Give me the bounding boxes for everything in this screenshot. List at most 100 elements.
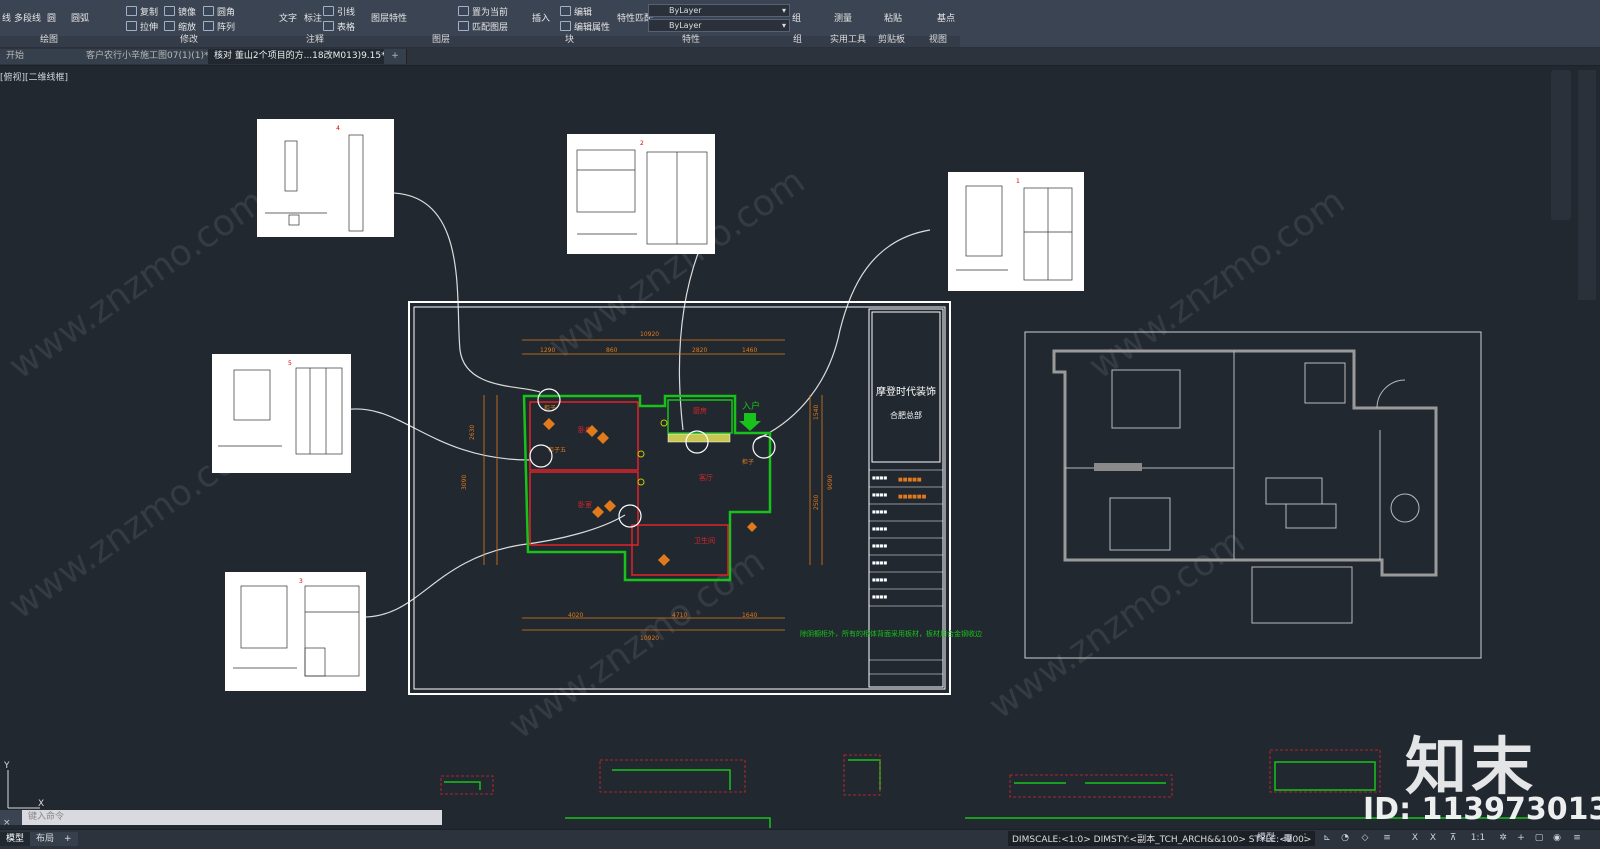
- polar-icon[interactable]: ◔: [1340, 833, 1350, 843]
- modify-group-label[interactable]: 修改: [180, 32, 198, 45]
- detail-thumbnail-4: 4: [257, 119, 394, 237]
- dim-bottom-segment: 4710: [672, 612, 687, 619]
- annotation-group-label[interactable]: 注释: [306, 32, 324, 45]
- properties-group-label[interactable]: 特性: [682, 32, 700, 45]
- thumbnail-drawing: [956, 185, 1073, 281]
- layer-group-label[interactable]: 图层: [432, 32, 450, 45]
- close-icon[interactable]: ×: [0, 818, 11, 828]
- callout-circles: [529, 388, 776, 528]
- insert-button[interactable]: 插入: [532, 11, 550, 24]
- add-layout-button[interactable]: +: [58, 832, 78, 846]
- stretch-button[interactable]: 拉伸: [126, 20, 158, 33]
- array-button[interactable]: 阵列: [203, 20, 235, 33]
- paste-button[interactable]: 粘贴: [884, 11, 902, 24]
- dim-top-segment: 2820: [692, 347, 707, 354]
- base-point-button[interactable]: 基点: [937, 11, 955, 24]
- entrance-arrow-icon: [739, 413, 761, 431]
- tab-start[interactable]: 开始: [0, 49, 85, 64]
- watermark-text: www.znzmo.com: [982, 521, 1253, 728]
- grid-icon[interactable]: ▦: [1283, 833, 1293, 843]
- line-button[interactable]: 线: [2, 11, 11, 24]
- snap-icon[interactable]: ⋮: [1300, 833, 1310, 843]
- copy-button[interactable]: 复制: [126, 5, 158, 18]
- arc-button[interactable]: 圆弧: [71, 11, 89, 24]
- dimension-lines: [483, 339, 823, 631]
- utilities-group-label[interactable]: 实用工具: [830, 32, 866, 45]
- thumb-number: 2: [640, 140, 644, 147]
- new-tab-button[interactable]: +: [384, 49, 407, 64]
- tab-file-2[interactable]: 核对 董山2个项目的方...18改M013)9.15*×: [208, 49, 399, 64]
- thumb-number: 4: [336, 125, 340, 132]
- mirror-button[interactable]: 镜像: [164, 5, 196, 18]
- dim-bottom-total: 10920: [640, 635, 659, 642]
- lineweight-select[interactable]: ByLayer: [648, 19, 790, 32]
- stretch-icon: [126, 21, 137, 31]
- thumbnail-drawing: [233, 585, 360, 677]
- plus-icon[interactable]: +: [1516, 833, 1526, 843]
- isolate-icon[interactable]: ▢: [1534, 833, 1544, 843]
- polyline-button[interactable]: 多段线: [14, 11, 41, 24]
- navigation-bar[interactable]: [1551, 70, 1571, 220]
- tab-layout[interactable]: 布局: [30, 832, 61, 846]
- title-block-rows: [869, 469, 943, 675]
- gear-icon[interactable]: ✲: [1498, 833, 1508, 843]
- ribbon-group-bar: [0, 36, 960, 47]
- linetype-select[interactable]: ByLayer: [648, 4, 790, 17]
- bottom-detail-outlines: [440, 749, 1381, 798]
- thumbnail-drawing: [576, 149, 708, 245]
- dimension-button[interactable]: 标注: [304, 11, 322, 24]
- leader-icon: [323, 6, 334, 16]
- layer-properties-button[interactable]: 图层特性: [371, 11, 407, 24]
- dim-right: 1540: [813, 405, 820, 420]
- room-labels: 卧房 卧室 客厅 厨房 卫生间: [578, 406, 715, 545]
- edit-block-icon: [560, 6, 571, 16]
- set-current-icon: [458, 6, 469, 16]
- annotation-visibility-icon[interactable]: Ⅹ: [1428, 833, 1438, 843]
- detail-thumbnail-5: 5: [212, 354, 351, 473]
- thumbnail-drawing: [265, 134, 364, 232]
- block-group-label[interactable]: 块: [565, 32, 574, 45]
- groups-group-label[interactable]: 组: [793, 32, 802, 45]
- command-line-icons[interactable]: ×: [0, 810, 22, 828]
- group-button[interactable]: 组: [792, 11, 801, 24]
- title-block-fields: ■■■■ ■■■■ ■■■■ ■■■■ ■■■■ ■■■■ ■■■■ ■■■■: [872, 475, 887, 599]
- set-current-button[interactable]: 置为当前: [458, 5, 508, 18]
- svg-text:■■■■: ■■■■: [872, 492, 887, 497]
- svg-text:■■■■: ■■■■: [872, 475, 887, 480]
- circle-button[interactable]: 圆: [47, 11, 56, 24]
- dim-top-segment: 1290: [540, 347, 555, 354]
- branch-name: 合肥总部: [890, 410, 922, 420]
- svg-text:■■■■: ■■■■: [872, 577, 887, 582]
- fillet-button[interactable]: 圆角: [203, 5, 235, 18]
- detail-thumbnail-1: 1: [948, 172, 1084, 291]
- command-input[interactable]: 键入命令: [22, 810, 442, 825]
- leader-button[interactable]: 引线: [323, 5, 355, 18]
- ortho-icon[interactable]: ⊾: [1322, 833, 1332, 843]
- match-layer-button[interactable]: 匹配图层: [458, 20, 508, 33]
- furniture-plan-frame: [1024, 331, 1482, 659]
- detail-thumbnail-3: 3: [225, 572, 366, 691]
- tab-file-1[interactable]: 客户农行小辛施工图07(1)(1)*×: [80, 49, 222, 64]
- edit-block-button[interactable]: 编辑: [560, 5, 592, 18]
- lineweight-icon[interactable]: ≡: [1382, 833, 1392, 843]
- company-name: 摩登时代装饰: [876, 385, 936, 398]
- hardware-acceleration-icon[interactable]: ◉: [1552, 833, 1562, 843]
- menu-icon[interactable]: ≡: [1572, 833, 1582, 843]
- clipboard-group-label[interactable]: 剪贴板: [878, 32, 905, 45]
- draw-group-label[interactable]: 绘图: [40, 32, 58, 45]
- table-button[interactable]: 表格: [323, 20, 355, 33]
- room-label: 卫生间: [694, 536, 715, 545]
- measure-button[interactable]: 测量: [834, 11, 852, 24]
- furniture-plan: [1052, 349, 1438, 624]
- annotation-scale-readout[interactable]: 1:1: [1468, 833, 1488, 843]
- room-label: 客厅: [699, 473, 713, 482]
- text-button[interactable]: 文字: [279, 11, 297, 24]
- annotation-scale-icon[interactable]: ⊼: [1448, 833, 1458, 843]
- fillet-icon: [203, 6, 214, 16]
- annotation-icon[interactable]: Ⅹ: [1410, 833, 1420, 843]
- model-space-toggle[interactable]: 模型: [1256, 833, 1276, 843]
- tool-palette-strip[interactable]: [1578, 70, 1596, 300]
- view-group-label[interactable]: 视图: [929, 32, 947, 45]
- tab-model[interactable]: 模型: [0, 832, 31, 846]
- osnap-icon[interactable]: ◇: [1360, 833, 1370, 843]
